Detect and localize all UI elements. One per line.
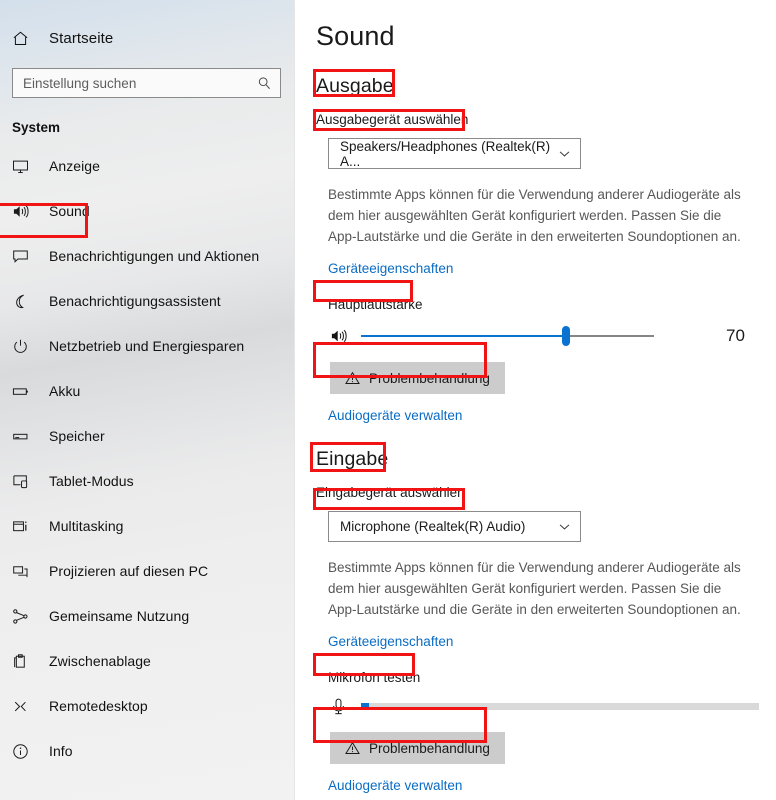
sidebar-item-gemeinsame-nutzung[interactable]: Gemeinsame Nutzung	[0, 601, 295, 631]
volume-value: 70	[726, 326, 745, 345]
sidebar: Startseite System	[0, 0, 295, 800]
sidebar-item-zwischenablage[interactable]: Zwischenablage	[0, 646, 295, 676]
monitor-icon	[12, 158, 38, 175]
warning-triangle-icon	[345, 371, 360, 385]
output-description: Bestimmte Apps können für die Verwendung…	[328, 187, 741, 244]
input-troubleshoot-label: Problembehandlung	[369, 740, 490, 756]
output-device-value: Speakers/Headphones (Realtek(R) A...	[340, 138, 551, 169]
sidebar-item-home[interactable]: Startseite	[0, 22, 295, 54]
page-title: Sound	[316, 21, 395, 51]
sidebar-item-akku[interactable]: Akku	[0, 376, 295, 406]
sidebar-item-multitasking[interactable]: Multitasking	[0, 511, 295, 541]
project-screen-icon	[12, 563, 38, 580]
sidebar-group-title: System	[12, 120, 61, 135]
sidebar-item-label: Tablet-Modus	[49, 473, 134, 489]
sidebar-item-label: Gemeinsame Nutzung	[49, 608, 190, 624]
slider-fill	[361, 335, 567, 337]
mic-level-fill	[361, 702, 369, 710]
sidebar-item-benachrichtigungsassistent[interactable]: Benachrichtigungsassistent	[0, 286, 295, 316]
microphone-icon	[330, 697, 354, 716]
chat-bubble-icon	[12, 248, 38, 265]
search-icon	[257, 76, 272, 91]
input-section: Eingabe Eingabegerät auswählen Microphon…	[316, 425, 776, 795]
output-manage-devices-link[interactable]: Audiogeräte verwalten	[328, 408, 462, 423]
sidebar-item-label: Akku	[49, 383, 81, 399]
chevron-down-icon	[558, 520, 571, 533]
sidebar-home-label: Startseite	[49, 29, 114, 47]
sidebar-item-label: Info	[49, 743, 73, 759]
sidebar-item-anzeige[interactable]: Anzeige	[0, 151, 295, 181]
search-input[interactable]	[23, 75, 257, 91]
info-icon	[12, 743, 38, 760]
battery-icon	[12, 383, 38, 400]
input-device-properties-link[interactable]: Geräteeigenschaften	[328, 634, 453, 649]
input-description: Bestimmte Apps können für die Verwendung…	[328, 560, 741, 617]
mic-test-row	[330, 693, 776, 719]
output-section: Ausgabe Ausgabegerät auswählen Speakers/…	[316, 52, 776, 425]
volume-slider[interactable]	[361, 325, 654, 347]
output-troubleshoot-label: Problembehandlung	[369, 370, 490, 386]
sidebar-item-label: Benachrichtigungen und Aktionen	[49, 248, 260, 264]
sidebar-item-label: Sound	[49, 203, 90, 219]
sidebar-item-info[interactable]: Info	[0, 736, 295, 766]
remote-desktop-icon	[12, 698, 38, 715]
search-box[interactable]	[12, 68, 281, 98]
sidebar-item-netzbetrieb[interactable]: Netzbetrieb und Energiesparen	[0, 331, 295, 361]
sidebar-item-remotedesktop[interactable]: Remotedesktop	[0, 691, 295, 721]
sidebar-item-label: Projizieren auf diesen PC	[49, 563, 209, 579]
clipboard-icon	[12, 653, 38, 670]
share-icon	[12, 608, 38, 625]
tablet-icon	[12, 473, 38, 490]
warning-triangle-icon	[345, 741, 360, 755]
output-heading: Ausgabe	[316, 75, 394, 97]
sidebar-search	[12, 68, 281, 98]
sidebar-item-label: Multitasking	[49, 518, 124, 534]
multitasking-icon	[12, 518, 38, 535]
home-icon	[12, 30, 38, 47]
moon-icon	[12, 293, 38, 310]
main-content: Sound Ausgabe Ausgabegerät auswählen Spe…	[295, 0, 776, 800]
sidebar-item-label: Anzeige	[49, 158, 100, 174]
sidebar-item-label: Benachrichtigungsassistent	[49, 293, 221, 309]
sidebar-item-label: Speicher	[49, 428, 105, 444]
input-heading: Eingabe	[316, 448, 389, 470]
speaker-icon	[12, 203, 38, 220]
settings-window: Startseite System	[0, 0, 776, 800]
sidebar-item-label: Remotedesktop	[49, 698, 148, 714]
output-device-properties-link[interactable]: Geräteeigenschaften	[328, 261, 453, 276]
sidebar-nav-list: Anzeige Sound Benachrichtigungen und Akt…	[0, 151, 295, 766]
input-device-select[interactable]: Microphone (Realtek(R) Audio)	[328, 511, 581, 542]
mic-test-label: Mikrofon testen	[328, 670, 421, 685]
output-device-label: Ausgabegerät auswählen	[316, 112, 469, 127]
volume-label: Hauptlautstärke	[328, 297, 423, 312]
chevron-down-icon	[558, 147, 571, 160]
input-manage-devices-link[interactable]: Audiogeräte verwalten	[328, 778, 462, 793]
sidebar-item-label: Zwischenablage	[49, 653, 151, 669]
sidebar-item-speicher[interactable]: Speicher	[0, 421, 295, 451]
storage-icon	[12, 428, 38, 445]
power-icon	[12, 338, 38, 355]
input-device-label: Eingabegerät auswählen	[316, 485, 465, 500]
input-device-value: Microphone (Realtek(R) Audio)	[340, 519, 526, 534]
mic-level-meter	[361, 702, 759, 710]
slider-thumb[interactable]	[562, 326, 571, 346]
input-troubleshoot-button[interactable]: Problembehandlung	[330, 732, 505, 764]
output-troubleshoot-button[interactable]: Problembehandlung	[330, 362, 505, 394]
sidebar-item-tablet-modus[interactable]: Tablet-Modus	[0, 466, 295, 496]
sidebar-item-sound[interactable]: Sound	[0, 196, 295, 226]
sidebar-item-projizieren[interactable]: Projizieren auf diesen PC	[0, 556, 295, 586]
sidebar-item-benachrichtigungen[interactable]: Benachrichtigungen und Aktionen	[0, 241, 295, 271]
sidebar-item-label: Netzbetrieb und Energiesparen	[49, 338, 245, 354]
speaker-icon	[330, 327, 356, 345]
volume-slider-row: 70	[330, 323, 776, 349]
output-device-select[interactable]: Speakers/Headphones (Realtek(R) A...	[328, 138, 581, 169]
